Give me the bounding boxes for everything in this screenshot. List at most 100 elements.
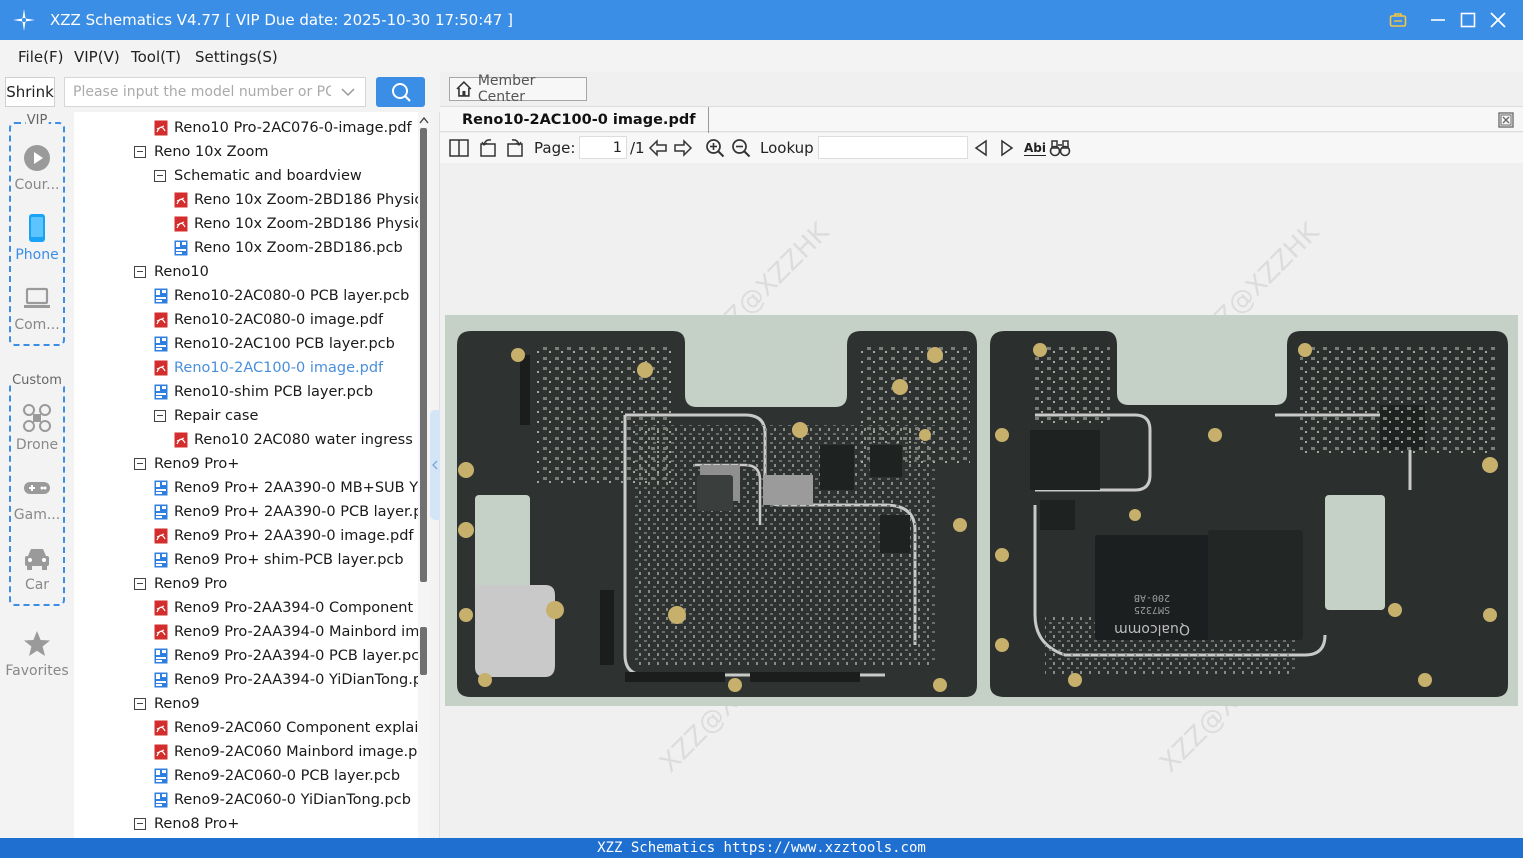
collapse-handle[interactable] [430,410,440,520]
tree-item-label: Reno10 [154,264,209,280]
pcb-file-icon [154,384,168,400]
nav-car[interactable]: Car [0,544,74,604]
vip-badge-icon[interactable] [1386,8,1410,32]
nav-computer-label: Com... [14,317,60,333]
lookup-input[interactable] [818,136,968,159]
tree-item-label: Reno9 Pro+ 2AA390-0 PCB layer.p [174,504,418,520]
collapse-toggle-icon[interactable] [154,170,166,182]
car-icon [25,549,49,570]
find-prev-icon[interactable] [970,137,992,159]
next-page-icon[interactable] [672,137,694,159]
nav-courses-label: Cour... [14,177,60,193]
pcb-file-icon [154,792,168,808]
menu-tool[interactable]: Tool(T) [131,48,181,66]
nav-phone-label: Phone [15,247,59,263]
maximize-icon[interactable] [1456,8,1480,32]
pdf-file-icon [154,312,168,328]
pcb-file-icon [154,672,168,688]
tree-item-label: Reno9 Pro [154,576,228,592]
tree-item-label: Reno10 2AC080 water ingress ri [194,432,418,448]
tree-scroll-thumb-secondary[interactable] [420,627,427,675]
binoculars-icon[interactable] [1048,137,1072,159]
document-tabs: Reno10-2AC100-0 image.pdf [440,106,1523,133]
gamepad-icon [24,482,50,494]
chevron-down-icon[interactable] [340,85,356,99]
menu-settings[interactable]: Settings(S) [195,48,278,66]
tree-item-label: Reno10-2AC100 PCB layer.pcb [174,336,395,352]
star-icon [24,631,50,656]
menu-file[interactable]: File(F) [18,48,63,66]
collapse-toggle-icon[interactable] [154,410,166,422]
pdf-viewer[interactable]: XZZ@XZZHK XZZ@XZZHK XZZ@XZZHK XZZ@XZZHK [440,163,1523,838]
rotate-left-icon[interactable] [477,137,499,159]
zoom-in-icon[interactable] [704,137,726,159]
collapse-toggle-icon[interactable] [134,578,146,590]
collapse-toggle-icon[interactable] [134,698,146,710]
chevron-left-icon [432,460,438,470]
pdf-toolbar: Page: /1 Lookup Abi [440,133,1523,163]
tab-reno10-image[interactable]: Reno10-2AC100-0 image.pdf [450,107,709,133]
tree-item-label: Reno10-2AC080-0 PCB layer.pcb [174,288,410,304]
pdf-file-icon [154,720,168,736]
pdf-file-icon [154,528,168,544]
shrink-button[interactable]: Shrink [5,77,55,107]
collapse-toggle-icon[interactable] [134,146,146,158]
title-bar: XZZ Schematics V4.77 [ VIP Due date: 202… [0,0,1523,40]
close-icon[interactable] [1486,8,1510,32]
pdf-file-icon [174,192,188,208]
pcb-file-icon [154,336,168,352]
collapse-toggle-icon[interactable] [134,458,146,470]
nav-computer[interactable]: Com... [0,284,74,344]
home-icon [456,80,472,97]
tree-scroll-thumb[interactable] [420,128,427,582]
nav-courses[interactable]: Cour... [0,144,74,204]
search-icon [391,83,411,102]
nav-favorites[interactable]: Favorites [0,630,74,690]
model-search-input[interactable] [64,77,366,107]
member-center-label: Member Center [477,73,536,105]
tree-item-label: Reno9 Pro+ 2AA390-0 MB+SUB Yi [174,480,418,496]
pcb-file-icon [154,504,168,520]
member-center-button[interactable]: Member Center [449,73,587,105]
tree-item-label: Reno9 Pro-2AA394-0 Mainbord im [174,624,418,640]
play-circle-icon [24,145,50,171]
scroll-up-icon[interactable] [418,115,430,125]
tree-scrollbar[interactable] [418,112,430,838]
close-tabs-icon[interactable] [1497,111,1515,129]
drone-icon [23,404,51,432]
menu-vip[interactable]: VIP(V) [74,48,120,66]
pdf-file-icon [174,216,188,232]
tree-item-label: Reno9-2AC060 Component explaiı [174,720,418,736]
nav-game[interactable]: Gam... [0,474,74,534]
match-case-button[interactable]: Abi [1023,137,1047,159]
zoom-out-icon[interactable] [730,137,752,159]
collapse-toggle-icon[interactable] [134,818,146,830]
document-pane: Member Center Reno10-2AC100-0 image.pdf … [440,72,1523,838]
page-number-input[interactable] [579,136,627,159]
nav-drone[interactable]: Drone [0,404,74,464]
window-title: XZZ Schematics V4.77 [ VIP Due date: 202… [50,11,513,29]
tree-item-label: Reno9 [154,696,200,712]
collapse-toggle-icon[interactable] [134,266,146,278]
page-total: /1 [630,139,645,157]
nav-game-label: Gam... [13,507,61,523]
memory-chip [1208,530,1303,640]
lookup-label: Lookup [760,139,814,157]
tree-item-label: Reno10-2AC080-0 image.pdf [174,312,384,328]
board-cutout [1325,495,1385,610]
chip-label: Qualcomm [1114,621,1190,637]
prev-page-icon[interactable] [647,137,669,159]
tree-item-label: Reno9 Pro-2AA394-0 Component [174,600,414,616]
chip-label: SM7325 [1134,604,1170,615]
chip-label: 200-AB [1134,592,1170,603]
find-next-icon[interactable] [996,137,1018,159]
nav-drone-label: Drone [15,437,59,453]
toggle-panel-icon[interactable] [448,137,470,159]
nav-phone[interactable]: Phone [0,214,74,274]
tree-item-label: Reno 10x Zoom-2BD186.pcb [194,240,403,256]
rotate-right-icon[interactable] [504,137,526,159]
search-button[interactable] [376,77,425,107]
pcb-file-icon [154,552,168,568]
minimize-icon[interactable] [1426,8,1450,32]
tree-item-label: Schematic and boardview [174,168,362,184]
